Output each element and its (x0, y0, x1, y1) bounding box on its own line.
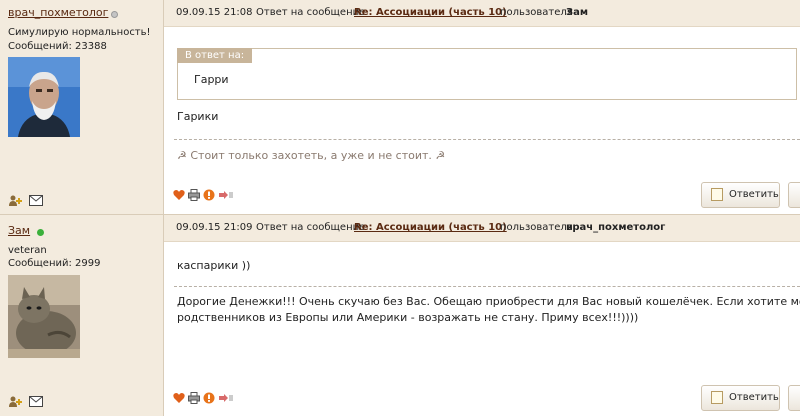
by-user-prefix: пользователя (500, 222, 573, 233)
quote-text: Гарри (194, 73, 229, 86)
avatar (8, 275, 80, 358)
signature-line: Дорогие Денежки!!! Очень скучаю без Вас.… (177, 295, 800, 308)
author-message-count: Сообщений: 2999 (8, 258, 101, 269)
author-panel: врач_похметолог Симулирую нормальность! … (0, 0, 164, 215)
warning-icon[interactable] (203, 189, 215, 201)
offline-status-icon (111, 11, 118, 18)
warning-icon[interactable] (203, 392, 215, 404)
forum-post: врач_похметолог Симулирую нормальность! … (0, 0, 800, 215)
online-status-icon (37, 229, 44, 236)
post-header: 09.09.15 21:08 Ответ на сообщение Re: Ас… (164, 0, 800, 27)
envelope-icon[interactable] (29, 396, 43, 407)
author-name-link[interactable]: Зам (8, 224, 30, 237)
avatar (8, 57, 80, 137)
printer-icon[interactable] (188, 392, 200, 404)
add-friend-icon[interactable] (9, 195, 23, 206)
heart-icon[interactable] (173, 392, 185, 404)
topic-link[interactable]: Re: Ассоциации (часть 10) (354, 0, 507, 26)
author-title: veteran (8, 245, 47, 256)
more-button[interactable] (788, 385, 800, 411)
topic-link[interactable]: Re: Ассоциации (часть 10) (354, 215, 507, 241)
reply-icon (711, 391, 723, 404)
signature-divider (174, 139, 800, 140)
printer-icon[interactable] (188, 189, 200, 201)
author-name-link[interactable]: врач_похметолог (8, 6, 108, 19)
more-button[interactable] (788, 182, 800, 208)
reply-button[interactable]: Ответить (701, 182, 780, 208)
add-friend-icon[interactable] (9, 396, 23, 407)
post-datetime: 09.09.15 21:09 (176, 222, 253, 233)
reply-icon (711, 188, 723, 201)
by-user-prefix: пользователя (500, 7, 573, 18)
post-datetime: 09.09.15 21:08 (176, 7, 253, 18)
author-title: Симулирую нормальность! (8, 27, 151, 38)
reply-to-prefix: Ответ на сообщение (256, 222, 366, 233)
author-message-count: Сообщений: 23388 (8, 41, 107, 52)
author-panel: Зам veteran Сообщений: 2999 (0, 215, 164, 416)
post-header: 09.09.15 21:09 Ответ на сообщение Re: Ас… (164, 215, 800, 242)
reply-button[interactable]: Ответить (701, 385, 780, 411)
quote-box: В ответ на: Гарри (177, 48, 797, 100)
post-body-text: каспарики )) (177, 259, 251, 272)
reply-to-prefix: Ответ на сообщение (256, 7, 366, 18)
signature-text: ☭ Стоит только захотеть, а уже и не стои… (177, 149, 446, 162)
envelope-icon[interactable] (29, 195, 43, 206)
signature-line: родственников из Европы или Америки - во… (177, 311, 639, 324)
forum-post: Зам veteran Сообщений: 2999 09.09.15 21:… (0, 215, 800, 416)
quote-icon[interactable] (218, 189, 234, 201)
post-content: 09.09.15 21:09 Ответ на сообщение Re: Ас… (164, 215, 800, 416)
post-body-text: Гарики (177, 110, 219, 123)
quote-label: В ответ на: (177, 48, 253, 63)
reply-user[interactable]: врач_похметолог (566, 215, 665, 241)
heart-icon[interactable] (173, 189, 185, 201)
quote-icon[interactable] (218, 392, 234, 404)
post-content: 09.09.15 21:08 Ответ на сообщение Re: Ас… (164, 0, 800, 215)
reply-user[interactable]: Зам (566, 0, 588, 26)
signature-divider (174, 286, 800, 287)
